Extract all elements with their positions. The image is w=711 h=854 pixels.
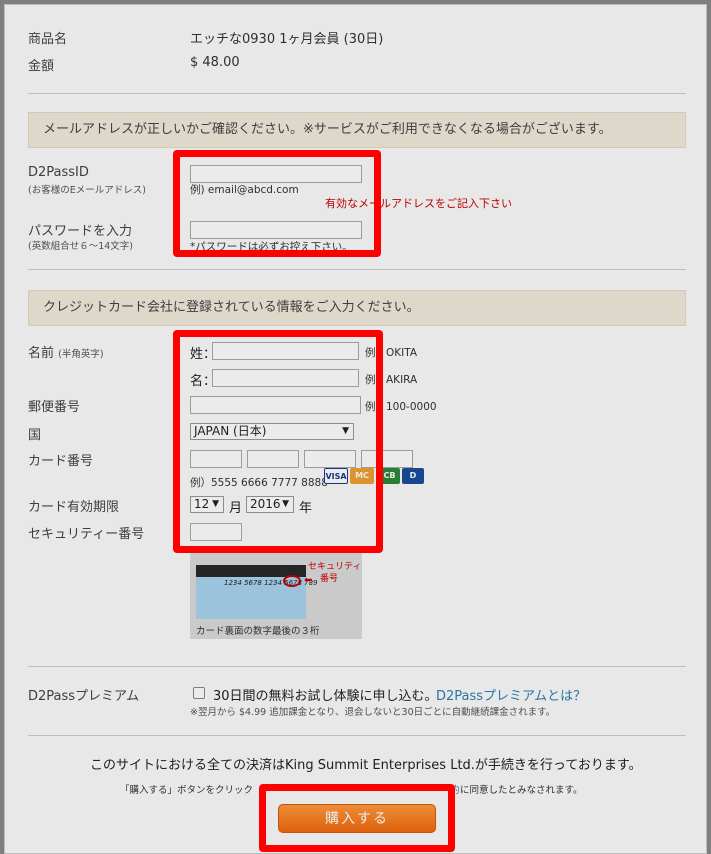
- first-name-input[interactable]: [212, 369, 359, 387]
- price-label: 金額: [28, 59, 55, 74]
- chevron-down-icon: ▼: [282, 499, 289, 509]
- card-number-input-1[interactable]: [190, 450, 242, 468]
- visa-icon: VISA: [324, 468, 348, 484]
- country-value: JAPAN (日本): [194, 424, 267, 438]
- product-name-value: エッチな0930 1ヶ月会員 (30日): [190, 32, 384, 47]
- zip-input[interactable]: [190, 396, 361, 414]
- expiry-year-select[interactable]: 2016 ▼: [246, 496, 294, 513]
- email-notice-banner: メールアドレスが正しいかご確認ください。※サービスがご利用できなくなる場合がござ…: [28, 112, 686, 148]
- card-notice-banner: クレジットカード会社に登録されている情報をご入力ください。: [28, 290, 686, 326]
- chevron-down-icon: ▼: [342, 426, 349, 436]
- premium-trial-label: 30日間の無料お試し体験に申し込む。: [213, 689, 438, 704]
- d2passid-sublabel: (お客様のEメールアドレス): [28, 185, 146, 196]
- last-name-input[interactable]: [212, 342, 359, 360]
- card-back-illustration: 1234 5678 1234 5678 789 ⬅ セキュリティ 番号 カード裏面…: [190, 553, 362, 639]
- email-example: 例) email@abcd.com: [190, 184, 299, 196]
- card-number-input-2[interactable]: [247, 450, 299, 468]
- terms-link[interactable]: 約: [450, 782, 460, 796]
- security-code-label: セキュリティー番号: [28, 527, 145, 542]
- payment-notice: このサイトにおける全ての決済はKing Summit Enterprises L…: [90, 758, 642, 773]
- divider: [28, 666, 686, 667]
- divider: [28, 269, 686, 270]
- security-code-input[interactable]: [190, 523, 242, 541]
- premium-label: D2Passプレミアム: [28, 689, 140, 704]
- password-note: *パスワードは必ずお控え下さい。: [190, 241, 353, 253]
- buy-button[interactable]: 購入する: [278, 804, 436, 833]
- divider: [28, 93, 686, 94]
- diners-icon: D: [402, 468, 424, 484]
- card-number-example: 例）5555 6666 7777 8888: [190, 477, 328, 489]
- agree-text-right: に同意したとみなされます。: [460, 785, 583, 796]
- expiry-month-value: 12: [194, 497, 210, 511]
- email-input[interactable]: [190, 165, 362, 183]
- month-unit: 月: [229, 501, 243, 516]
- jcb-icon: JCB: [376, 468, 400, 484]
- password-sublabel: (英数組合せ６～14文字): [28, 241, 134, 252]
- country-label: 国: [28, 428, 42, 443]
- agree-text-left: 「購入する」ボタンをクリック: [120, 785, 254, 796]
- card-image-security-line1: セキュリティ: [308, 562, 362, 572]
- premium-note: ※翌月から $4.99 追加課金となり、退会しないと30日ごとに自動継続課金され…: [190, 707, 556, 718]
- card-number-label: カード番号: [28, 454, 94, 469]
- card-image-caption: カード裏面の数字最後の３桁: [196, 626, 320, 637]
- highlight-circle: [283, 575, 301, 587]
- product-name-label: 商品名: [28, 32, 68, 47]
- year-unit: 年: [299, 501, 313, 516]
- expiry-label: カード有効期限: [28, 500, 120, 515]
- first-name-example: 例）AKIRA: [365, 374, 418, 386]
- zip-example: 例）100-0000: [365, 401, 437, 413]
- card-number-input-4[interactable]: [361, 450, 413, 468]
- premium-trial-checkbox[interactable]: [193, 687, 205, 699]
- country-select[interactable]: JAPAN (日本) ▼: [190, 423, 354, 440]
- mastercard-icon: MC: [350, 468, 374, 484]
- email-error: 有効なメールアドレスをご記入下さい: [325, 197, 512, 210]
- card-number-input-3[interactable]: [304, 450, 356, 468]
- price-value: $ 48.00: [190, 55, 240, 70]
- name-label-text: 名前: [28, 346, 55, 361]
- expiry-month-select[interactable]: 12 ▼: [190, 496, 224, 513]
- zip-label: 郵便番号: [28, 400, 81, 415]
- name-label: 名前 (半角英字): [28, 342, 104, 361]
- password-input[interactable]: [190, 221, 362, 239]
- password-label: パスワードを入力: [28, 224, 133, 239]
- premium-info-link[interactable]: D2Passプレミアムとは？: [436, 685, 586, 704]
- divider: [28, 735, 686, 736]
- d2passid-label: D2PassID: [28, 165, 89, 180]
- card-image-security-line2: 番号: [320, 574, 339, 584]
- name-sublabel: (半角英字): [58, 349, 104, 360]
- chevron-down-icon: ▼: [212, 499, 219, 509]
- last-name-example: 例）OKITA: [365, 347, 418, 359]
- expiry-year-value: 2016: [250, 497, 281, 511]
- card-image-security-text: セキュリティ番号: [308, 561, 361, 585]
